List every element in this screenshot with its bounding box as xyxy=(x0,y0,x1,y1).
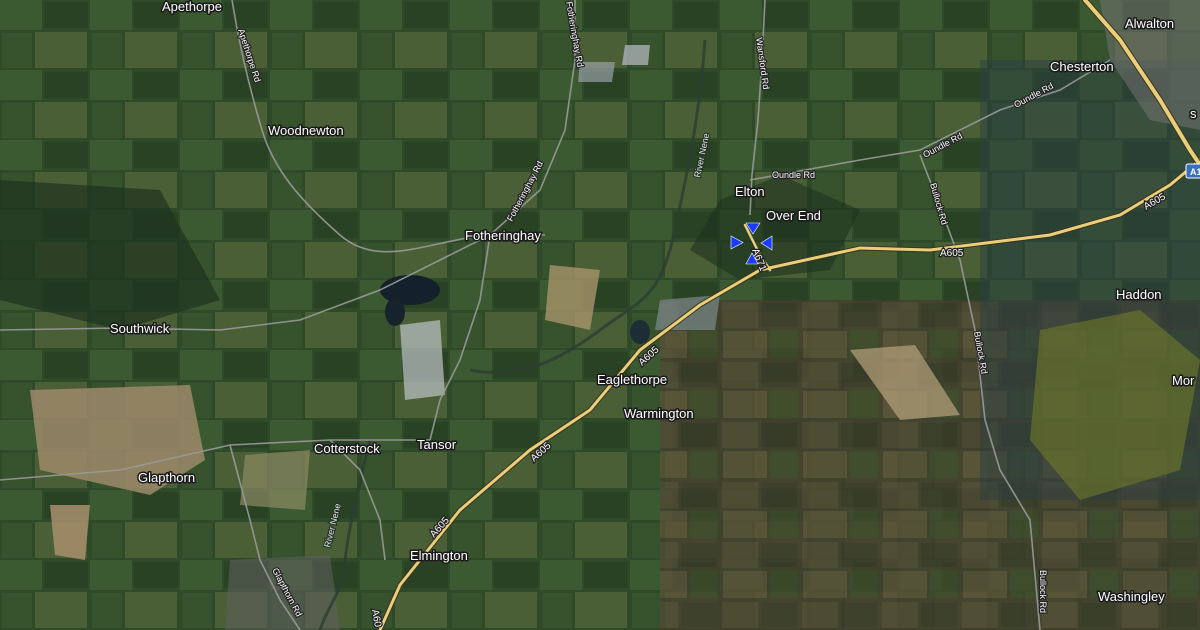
road-bullock-rd-3: Bullock Rd xyxy=(1038,570,1048,613)
place-eaglethorpe: Eaglethorpe xyxy=(597,372,667,387)
satellite-terrain xyxy=(0,0,1200,630)
place-mor: Mor xyxy=(1172,373,1195,388)
road-oundle-rd-elton: Oundle Rd xyxy=(772,170,815,180)
place-alwalton: Alwalton xyxy=(1125,16,1174,31)
place-elmington: Elmington xyxy=(410,548,468,563)
place-fotheringhay: Fotheringhay xyxy=(465,228,541,243)
a1-shield-label: A1 xyxy=(1190,167,1200,177)
map-view[interactable]: Apethorpe Alwalton Chesterton Woodnewton… xyxy=(0,0,1200,630)
place-haddon: Haddon xyxy=(1116,287,1162,302)
place-cotterstock: Cotterstock xyxy=(314,441,380,456)
place-chesterton: Chesterton xyxy=(1050,59,1114,74)
place-edge-s: s xyxy=(1190,106,1197,121)
place-warmington: Warmington xyxy=(624,406,694,421)
place-woodnewton: Woodnewton xyxy=(268,123,344,138)
place-over-end: Over End xyxy=(766,208,821,223)
place-glapthorn: Glapthorn xyxy=(138,470,195,485)
place-southwick: Southwick xyxy=(110,321,170,336)
road-a605-mid: A605 xyxy=(940,248,964,259)
place-elton: Elton xyxy=(735,184,765,199)
a1-road-shield: A1 xyxy=(1185,163,1200,179)
place-tansor: Tansor xyxy=(417,437,457,452)
place-apethorpe: Apethorpe xyxy=(162,0,222,14)
place-washingley: Washingley xyxy=(1098,589,1165,604)
